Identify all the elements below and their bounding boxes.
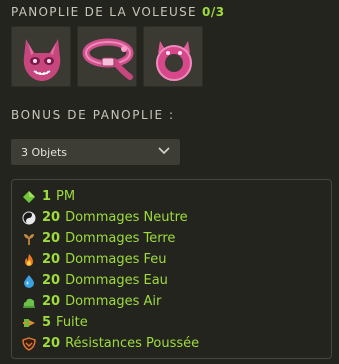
belt-icon xyxy=(82,38,134,80)
bonus-label: Dommages Feu xyxy=(65,252,167,267)
bonus-row-pm: 1 PM xyxy=(22,186,199,207)
bonus-label: Dommages Eau xyxy=(65,273,168,288)
pushback-shield-icon xyxy=(22,336,36,351)
bonus-list: 1 PM 20 Dommages Neutre 20 Dommages Terr… xyxy=(22,186,199,354)
fire-flame-icon xyxy=(25,253,33,266)
bonus-heading: BONUS DE PANOPLIE : xyxy=(11,108,175,122)
bonus-label: PM xyxy=(56,189,76,204)
bonus-row-neutral: 20 Dommages Neutre xyxy=(22,207,199,228)
set-items xyxy=(11,26,203,87)
item-slot-mask[interactable] xyxy=(11,26,71,87)
bonus-row-flee: 5 Fuite xyxy=(22,312,199,333)
bonus-label: Résistances Poussée xyxy=(65,336,200,351)
bonus-label: Fuite xyxy=(56,315,88,330)
neutral-yinyang-icon xyxy=(22,211,36,224)
cat-ring-icon xyxy=(156,41,192,81)
bonus-panel: 1 PM 20 Dommages Neutre 20 Dommages Terr… xyxy=(11,179,332,359)
earth-sprout-icon xyxy=(24,233,34,245)
air-cloud-icon xyxy=(23,298,35,308)
set-title: PANOPLIE DE LA VOLEUSE 0/3 xyxy=(11,5,225,19)
item-count-select[interactable]: 3 Objets xyxy=(11,139,180,165)
water-drop-icon xyxy=(24,274,34,288)
bonus-label: Dommages Terre xyxy=(65,231,176,246)
bonus-row-water: 20 Dommages Eau xyxy=(22,270,199,291)
item-slot-belt[interactable] xyxy=(77,26,137,87)
item-slot-ring[interactable] xyxy=(143,26,203,87)
bonus-row-earth: 20 Dommages Terre xyxy=(22,228,199,249)
cat-mask-icon xyxy=(23,39,61,81)
bonus-value: 20 xyxy=(42,273,61,288)
bonus-value: 20 xyxy=(42,294,61,309)
bonus-value: 1 xyxy=(42,189,52,204)
bonus-row-air: 20 Dommages Air xyxy=(22,291,199,312)
set-count: 0/3 xyxy=(202,5,225,19)
chevron-down-icon xyxy=(158,147,170,155)
bonus-value: 20 xyxy=(42,210,61,225)
bonus-value: 20 xyxy=(42,252,61,267)
bonus-label: Dommages Air xyxy=(65,294,162,309)
bonus-value: 20 xyxy=(42,231,61,246)
pm-diamond-icon xyxy=(23,190,35,203)
item-count-value: 3 Objets xyxy=(21,145,68,159)
bonus-row-pushback: 20 Résistances Poussée xyxy=(22,333,199,354)
set-name: PANOPLIE DE LA VOLEUSE xyxy=(11,5,197,19)
bonus-value: 5 xyxy=(42,315,52,330)
bonus-value: 20 xyxy=(42,336,61,351)
bonus-row-fire: 20 Dommages Feu xyxy=(22,249,199,270)
flee-icon xyxy=(23,318,35,327)
bonus-label: Dommages Neutre xyxy=(65,210,188,225)
